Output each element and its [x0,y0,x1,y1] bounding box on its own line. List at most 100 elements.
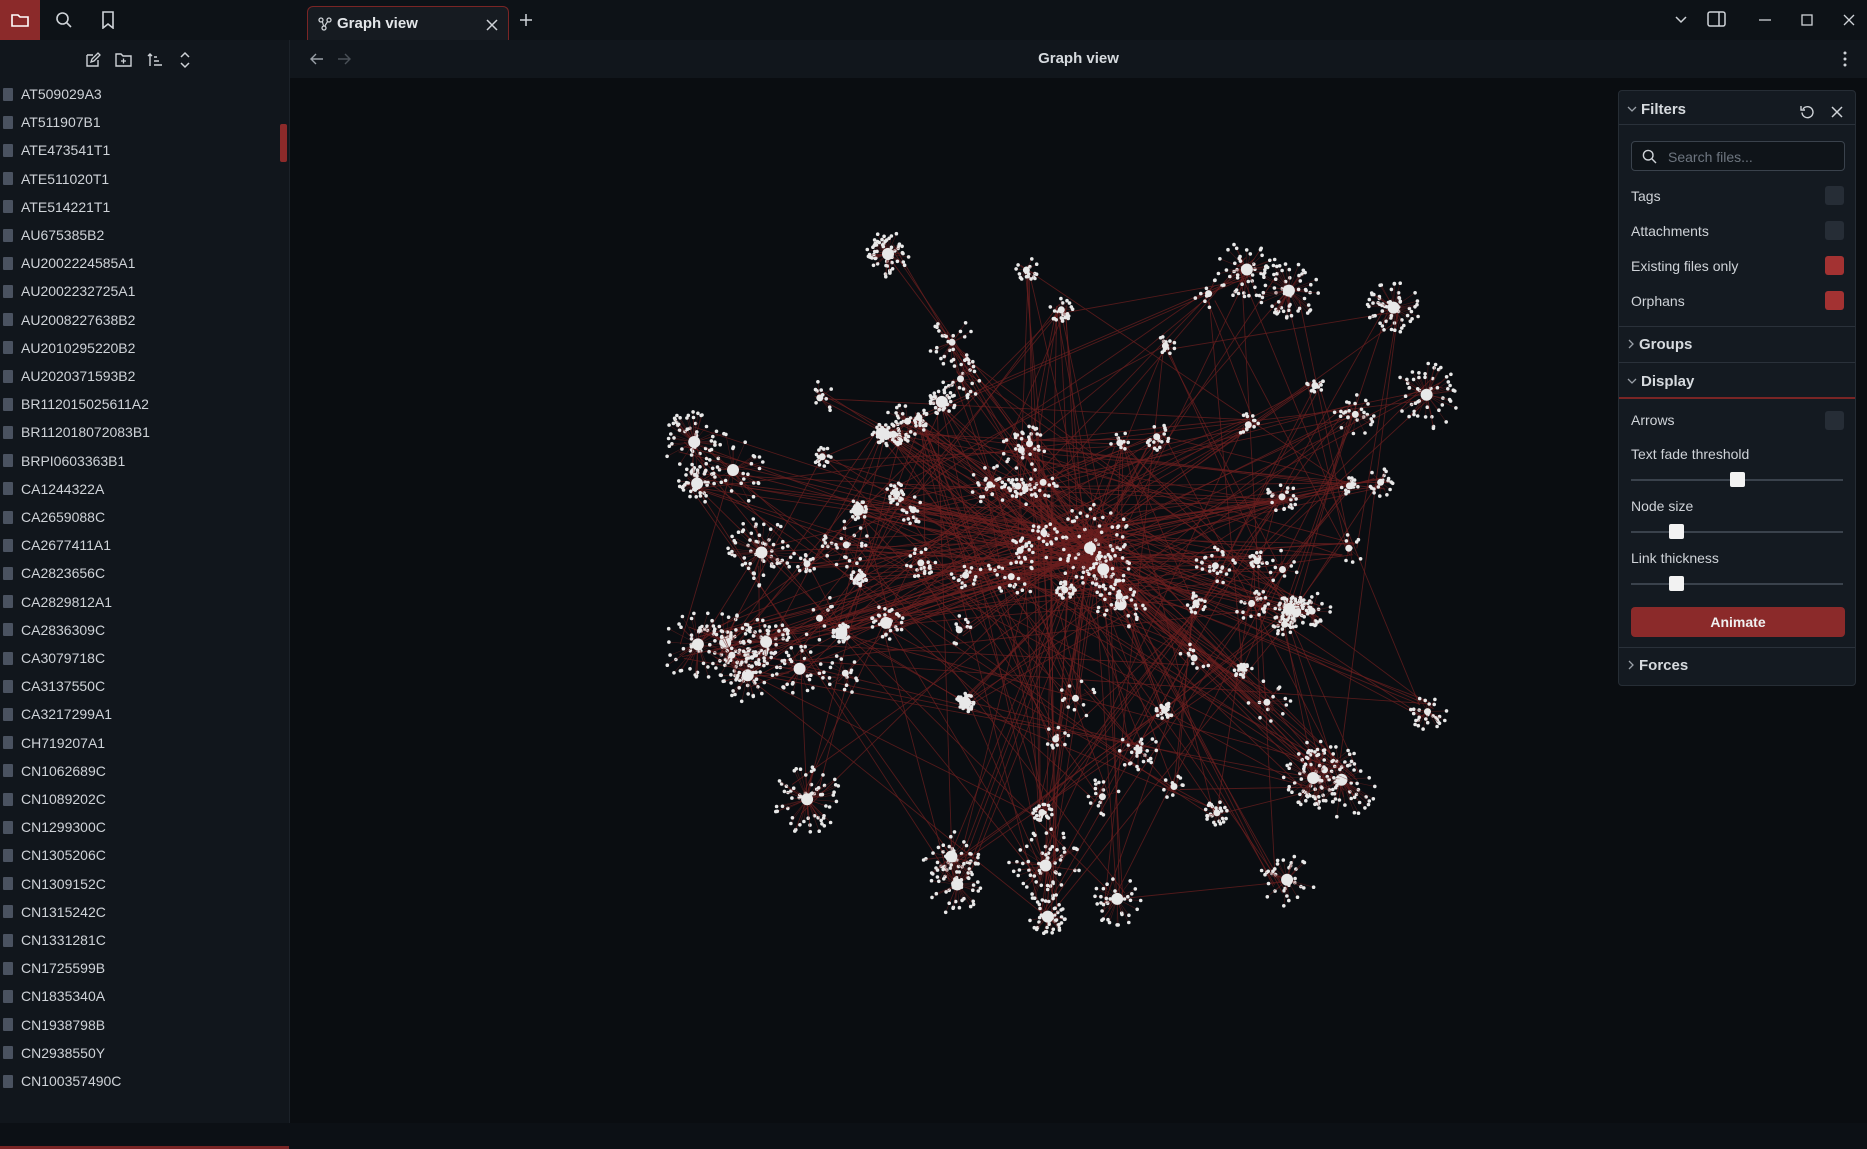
search-icon [1642,149,1657,164]
file-icon [3,990,13,1003]
file-item[interactable]: ATE514221T1 [0,193,280,221]
file-name: CA2823656C [21,565,105,581]
file-item[interactable]: CN1725599B [0,954,280,982]
tab-graph-view[interactable]: Graph view [307,6,509,40]
file-icon [3,257,13,270]
file-item[interactable]: CN2938550Y [0,1039,280,1067]
file-item[interactable]: CN1305206C [0,841,280,869]
file-icon [3,482,13,495]
more-options-icon[interactable] [1843,51,1847,67]
groups-section-header[interactable]: Groups [1619,328,1855,360]
attachments-toggle[interactable] [1825,221,1844,240]
file-item[interactable]: CN1331281C [0,926,280,954]
search-files-box[interactable] [1631,141,1845,171]
animate-button[interactable]: Animate [1631,607,1845,637]
file-item[interactable]: BR112015025611A2 [0,390,280,418]
text-fade-slider-thumb[interactable] [1730,472,1745,487]
file-item[interactable]: CN1309152C [0,870,280,898]
file-name: AT509029A3 [21,86,102,102]
file-name: CN1938798B [21,1017,105,1033]
file-item[interactable]: AT511907B1 [0,108,280,136]
close-window-icon[interactable] [1843,14,1855,26]
file-item[interactable]: CA2836309C [0,616,280,644]
link-thickness-slider-thumb[interactable] [1669,576,1684,591]
file-item[interactable]: AU675385B2 [0,221,280,249]
file-name: ATE514221T1 [21,199,110,215]
file-name: ATE511020T1 [21,171,109,187]
file-item[interactable]: CA3137550C [0,672,280,700]
file-name: CA2829812A1 [21,594,112,610]
file-item[interactable]: CA1244322A [0,475,280,503]
close-panel-icon[interactable] [1831,106,1843,118]
file-icon [3,623,13,636]
new-folder-icon[interactable] [115,52,132,67]
display-section-header[interactable]: Display [1619,365,1855,397]
graph-settings-panel: Filters Tags Attachments Existing files … [1618,90,1856,686]
file-item[interactable]: ATE511020T1 [0,165,280,193]
file-item[interactable]: AU2008227638B2 [0,306,280,334]
file-icon [3,539,13,552]
file-item[interactable]: AU2002224585A1 [0,249,280,277]
file-name: AU675385B2 [21,227,104,243]
file-name: AU2008227638B2 [21,312,135,328]
chevron-down-icon[interactable] [1674,15,1688,25]
file-icon [3,764,13,777]
file-item[interactable]: CA2823656C [0,559,280,587]
file-item[interactable]: CN1299300C [0,813,280,841]
file-item[interactable]: CA3217299A1 [0,700,280,728]
file-item[interactable]: CN1062689C [0,757,280,785]
file-item[interactable]: AT509029A3 [0,80,280,108]
file-item[interactable]: BR112018072083B1 [0,418,280,446]
new-note-icon[interactable] [85,52,101,68]
file-icon [3,454,13,467]
file-name: AU2010295220B2 [21,340,135,356]
tags-toggle[interactable] [1825,186,1844,205]
file-name: BR112018072083B1 [21,424,150,440]
node-size-label: Node size [1631,498,1693,514]
sidebar-toggle-icon[interactable] [1707,11,1726,27]
file-item[interactable]: CA3079718C [0,644,280,672]
maximize-icon[interactable] [1801,14,1813,26]
link-thickness-slider[interactable] [1631,583,1843,585]
file-item[interactable]: AU2002232725A1 [0,277,280,305]
forces-section-header[interactable]: Forces [1619,649,1855,681]
file-item[interactable]: CN100357490C [0,1067,280,1095]
file-icon [3,849,13,862]
chevron-down-icon [1627,377,1637,385]
graph-icon [318,17,332,31]
new-tab-icon[interactable] [519,13,533,27]
arrows-toggle[interactable] [1825,411,1844,430]
sort-icon[interactable] [147,52,163,68]
file-item[interactable]: CN1835340A [0,982,280,1010]
file-item[interactable]: CN1315242C [0,898,280,926]
close-tab-icon[interactable] [486,19,498,31]
filters-title: Filters [1641,101,1686,118]
search-files-input[interactable] [1666,146,1840,168]
filters-divider [1619,124,1855,125]
node-size-slider[interactable] [1631,531,1843,533]
file-icon [3,313,13,326]
chevron-down-icon [1627,105,1637,113]
file-item[interactable]: CH719207A1 [0,729,280,757]
collapse-all-icon[interactable] [179,51,191,69]
file-item[interactable]: BRPI0603363B1 [0,447,280,475]
reset-icon[interactable] [1800,104,1815,119]
node-size-slider-thumb[interactable] [1669,524,1684,539]
file-item[interactable]: CA2677411A1 [0,531,280,559]
file-item[interactable]: CA2829812A1 [0,588,280,616]
bookmarks-button[interactable] [88,0,128,40]
existing-files-toggle[interactable] [1825,256,1844,275]
files-button[interactable] [0,0,40,40]
file-icon [3,1075,13,1088]
orphans-toggle[interactable] [1825,291,1844,310]
file-item[interactable]: CN1938798B [0,1011,280,1039]
minimize-icon[interactable] [1759,19,1771,21]
file-item[interactable]: AU2020371593B2 [0,362,280,390]
search-button[interactable] [44,0,84,40]
file-item[interactable]: CA2659088C [0,503,280,531]
file-item[interactable]: ATE473541T1 [0,136,280,164]
file-item[interactable]: CN1089202C [0,785,280,813]
filters-section-header[interactable]: Filters [1619,93,1855,125]
file-item[interactable]: AU2010295220B2 [0,334,280,362]
file-name: ATE473541T1 [21,142,110,158]
